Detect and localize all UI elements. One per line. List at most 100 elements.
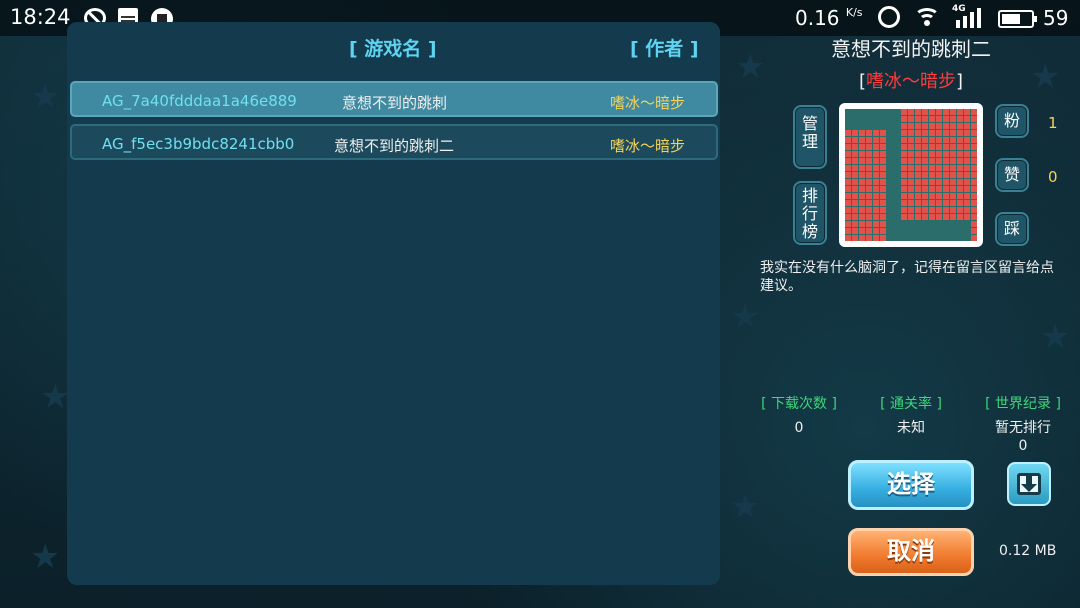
preview-tile <box>845 165 851 171</box>
preview-tile <box>873 221 879 227</box>
manage-button[interactable]: 管理 <box>793 105 827 169</box>
preview-tile <box>964 207 970 213</box>
preview-tile <box>943 109 949 115</box>
preview-tile <box>880 228 886 234</box>
preview-tile <box>880 172 886 178</box>
level-row[interactable]: AG_f5ec3b9bdc8241cbb0 意想不到的跳刺二 嗜冰～暗步 <box>70 124 718 160</box>
preview-tile <box>936 193 942 199</box>
world-record-value: 暂无排行 0 <box>995 420 1051 454</box>
preview-tile <box>901 207 907 213</box>
preview-tile <box>950 200 956 206</box>
preview-tile <box>845 200 851 206</box>
preview-tile <box>880 207 886 213</box>
preview-tile <box>915 137 921 143</box>
world-record-label: [ 世界纪录 ] <box>985 396 1061 412</box>
preview-tile <box>929 109 935 115</box>
preview-tile <box>866 172 872 178</box>
preview-tile <box>929 137 935 143</box>
preview-tile <box>964 123 970 129</box>
preview-tile <box>880 151 886 157</box>
level-id: AG_7a40fdddaa1a46e889 <box>102 92 297 110</box>
preview-tile <box>950 179 956 185</box>
preview-tile <box>957 130 963 136</box>
preview-tile <box>873 214 879 220</box>
preview-tile <box>922 172 928 178</box>
preview-tile <box>957 109 963 115</box>
preview-tile <box>922 214 928 220</box>
fans-button[interactable]: 粉 <box>995 104 1029 138</box>
preview-tile <box>964 151 970 157</box>
like-button[interactable]: 赞 <box>995 158 1029 192</box>
preview-tile <box>901 186 907 192</box>
preview-tile <box>859 214 865 220</box>
preview-tile <box>908 214 914 220</box>
level-row[interactable]: AG_7a40fdddaa1a46e889 意想不到的跳刺 嗜冰～暗步 <box>70 81 718 117</box>
preview-tile <box>859 137 865 143</box>
preview-tile <box>964 214 970 220</box>
preview-tile <box>866 207 872 213</box>
preview-tile <box>929 130 935 136</box>
preview-tile <box>859 144 865 150</box>
preview-tile <box>943 200 949 206</box>
preview-tile <box>845 151 851 157</box>
preview-tile <box>971 228 977 234</box>
ranking-label: 排行榜 <box>801 186 818 241</box>
preview-tile <box>950 130 956 136</box>
preview-tile <box>929 151 935 157</box>
preview-tile <box>873 193 879 199</box>
preview-tile <box>866 235 872 241</box>
preview-tile <box>880 235 886 241</box>
preview-tile <box>852 172 858 178</box>
wifi-icon <box>914 8 940 28</box>
ranking-button[interactable]: 排行榜 <box>793 181 827 245</box>
downloads-value: 0 <box>794 420 804 436</box>
preview-tile <box>866 214 872 220</box>
preview-tile <box>957 144 963 150</box>
preview-tile <box>852 214 858 220</box>
preview-tile <box>915 144 921 150</box>
preview-tile <box>845 207 851 213</box>
preview-tile <box>845 186 851 192</box>
cancel-button[interactable]: 取消 <box>848 528 974 576</box>
preview-tile <box>922 130 928 136</box>
preview-tile <box>929 172 935 178</box>
preview-tile <box>873 235 879 241</box>
preview-tile <box>950 172 956 178</box>
select-button[interactable]: 选择 <box>848 460 974 510</box>
preview-tile <box>922 193 928 199</box>
preview-tile <box>873 172 879 178</box>
preview-tile <box>880 200 886 206</box>
preview-tile <box>971 200 977 206</box>
preview-tile <box>915 116 921 122</box>
preview-tile <box>880 158 886 164</box>
preview-tile <box>915 130 921 136</box>
preview-tile <box>852 144 858 150</box>
preview-tile <box>971 165 977 171</box>
preview-tile <box>957 165 963 171</box>
like-count: 0 <box>1048 168 1058 186</box>
preview-tile <box>936 186 942 192</box>
preview-tile <box>936 207 942 213</box>
preview-tile <box>936 137 942 143</box>
preview-tile <box>852 179 858 185</box>
preview-tile <box>866 186 872 192</box>
preview-tile <box>873 158 879 164</box>
preview-tile <box>901 214 907 220</box>
dislike-button[interactable]: 踩 <box>995 212 1029 246</box>
preview-tile <box>957 123 963 129</box>
preview-tile <box>922 109 928 115</box>
preview-tile <box>845 179 851 185</box>
preview-tile <box>908 144 914 150</box>
preview-tile <box>908 193 914 199</box>
preview-tile <box>852 228 858 234</box>
preview-tile <box>971 116 977 122</box>
preview-tile <box>901 200 907 206</box>
preview-tile <box>852 130 858 136</box>
clear-rate-value: 未知 <box>897 420 925 436</box>
battery-icon <box>998 10 1037 28</box>
preview-tile <box>964 137 970 143</box>
preview-tile <box>950 186 956 192</box>
download-button[interactable] <box>1007 462 1051 506</box>
preview-tile <box>859 235 865 241</box>
star-decoration: ★ <box>1040 317 1071 357</box>
